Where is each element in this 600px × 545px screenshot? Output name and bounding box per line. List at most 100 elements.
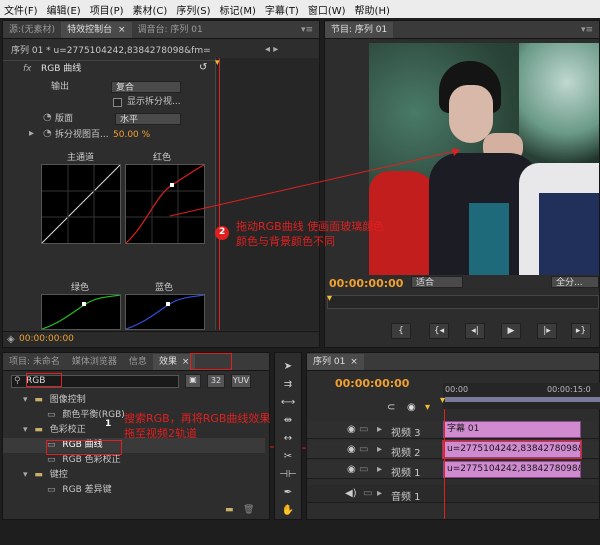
add-marker-icon[interactable]: ▾ — [425, 402, 430, 413]
ripple-edit-tool-icon[interactable]: ⟷ — [279, 395, 297, 411]
panel-menu-icon[interactable]: ▾≡ — [575, 22, 599, 38]
tab-audio-mixer[interactable]: 调音台: 序列 01 — [132, 22, 209, 38]
master-curve-graph[interactable] — [41, 164, 121, 244]
hand-tool-icon[interactable]: ✋ — [279, 503, 297, 519]
32bit-fx-icon[interactable]: 32 — [207, 374, 225, 388]
rolling-edit-tool-icon[interactable]: ⇹ — [279, 413, 297, 429]
lock-icon[interactable]: ▭ — [363, 488, 372, 499]
snap-icon[interactable]: ⊂ — [387, 402, 395, 413]
list-item[interactable]: ▭ RGB 色彩校正 — [3, 453, 265, 468]
tab-project[interactable]: 项目: 未命名 — [3, 354, 66, 370]
go-to-in-button[interactable]: {◂ — [429, 323, 449, 339]
menu-clip[interactable]: 素材(C) — [133, 2, 168, 17]
delete-icon[interactable]: 🗑 — [243, 505, 254, 515]
eye-icon[interactable]: ◉ — [347, 464, 356, 475]
blue-curve-graph[interactable] — [125, 294, 205, 330]
split-view-checkbox[interactable] — [113, 98, 122, 107]
stopwatch-icon[interactable]: ◔ — [43, 112, 52, 123]
tab-effects[interactable]: 效果 × — [152, 354, 196, 370]
eye-icon[interactable]: ◉ — [347, 444, 356, 455]
menu-title[interactable]: 字幕(T) — [265, 2, 299, 17]
output-label: 输出 — [51, 82, 70, 92]
menu-edit[interactable]: 编辑(E) — [47, 2, 81, 17]
tab-program[interactable]: 节目: 序列 01 — [325, 22, 394, 38]
stopwatch-icon[interactable]: ◔ — [43, 128, 52, 139]
tab-sequence[interactable]: 序列 01 × — [307, 354, 364, 370]
lock-icon[interactable]: ▭ — [359, 444, 368, 455]
menu-help[interactable]: 帮助(H) — [355, 2, 390, 17]
effect-timecode[interactable]: 00:00:00:00 — [19, 334, 74, 344]
program-video-frame[interactable] — [369, 43, 599, 275]
footer-icon[interactable]: ◈ — [7, 334, 15, 345]
program-playhead-marker[interactable]: ▾ — [327, 293, 332, 304]
menu-file[interactable]: 文件(F) — [4, 2, 38, 17]
playhead-marker[interactable]: ▾ — [440, 395, 445, 406]
selection-tool-icon[interactable]: ➤ — [279, 359, 297, 375]
tab-info[interactable]: 信息 — [123, 354, 153, 370]
list-item[interactable]: ▭ RGB 差异键 — [3, 483, 265, 498]
yuv-fx-icon[interactable]: YUV — [231, 374, 251, 388]
expand-triangle-icon: ▾ — [23, 470, 28, 480]
list-item[interactable]: ▾ ▬ 图像控制 — [3, 393, 265, 408]
tab-source[interactable]: 源:(无素材) — [3, 22, 61, 38]
header-scroll-arrows[interactable]: ◂ ▸ — [265, 44, 278, 55]
panel-menu-icon[interactable]: ▾≡ — [295, 22, 319, 38]
razor-tool-icon[interactable]: ✂ — [279, 449, 297, 465]
clip-video-1[interactable]: u=2775104242,8384278098&fm=26 — [443, 461, 581, 478]
effect-icon: ▭ — [47, 410, 56, 420]
tab-effect-controls[interactable]: 特效控制台 × — [61, 22, 132, 38]
pen-tool-icon[interactable]: ✒ — [279, 485, 297, 501]
marker-icon[interactable]: ◉ — [407, 402, 416, 413]
close-icon[interactable]: × — [118, 25, 126, 35]
eye-icon[interactable]: ◉ — [347, 424, 356, 435]
rate-stretch-tool-icon[interactable]: ↔ — [279, 431, 297, 447]
menu-project[interactable]: 项目(P) — [90, 2, 124, 17]
layout-dropdown[interactable]: 水平 — [115, 113, 181, 125]
list-item[interactable]: ▾ ▬ 键控 — [3, 468, 265, 483]
close-icon[interactable]: × — [182, 357, 190, 367]
effect-icon: ▭ — [47, 455, 56, 465]
accelerated-fx-icon[interactable]: ▣ — [185, 374, 201, 388]
speaker-icon[interactable]: ◀) — [345, 488, 357, 499]
close-icon[interactable]: × — [350, 357, 358, 367]
new-bin-icon[interactable]: ▬ — [225, 505, 234, 515]
expand-triangle-icon[interactable]: ▸ — [377, 424, 382, 435]
lock-icon[interactable]: ▭ — [359, 464, 368, 475]
effect-divider — [3, 60, 215, 61]
menu-window[interactable]: 窗口(W) — [308, 2, 346, 17]
mini-playhead-marker[interactable]: ▾ — [215, 58, 220, 68]
mark-in-button[interactable]: { — [391, 323, 411, 339]
ruler-label-start: 00:00 — [445, 385, 469, 394]
step-back-button[interactable]: ◂| — [465, 323, 485, 339]
quality-dropdown[interactable]: 全分... — [551, 276, 599, 288]
menu-marker[interactable]: 标记(M) — [219, 2, 255, 17]
expand-triangle-icon[interactable]: ▸ — [377, 464, 382, 475]
go-to-out-button[interactable]: ▸} — [571, 323, 591, 339]
green-curve-svg — [41, 294, 121, 330]
track-select-tool-icon[interactable]: ⇉ — [279, 377, 297, 393]
play-button[interactable]: ▶ — [501, 323, 521, 339]
clip-title[interactable]: 字幕 01 — [443, 421, 581, 438]
timeline-timecode[interactable]: 00:00:00:00 — [335, 377, 409, 390]
step-forward-button[interactable]: |▸ — [537, 323, 557, 339]
slip-tool-icon[interactable]: ⊣⊢ — [279, 467, 297, 483]
green-curve-graph[interactable] — [41, 294, 121, 330]
mini-playhead[interactable] — [219, 58, 220, 330]
output-dropdown[interactable]: 复合 — [111, 81, 181, 93]
tree-item-label: 键控 — [49, 470, 68, 480]
work-area-bar[interactable] — [445, 397, 600, 402]
expand-triangle-icon[interactable]: ▸ — [377, 488, 382, 499]
fit-dropdown[interactable]: 适合 — [411, 276, 463, 288]
timeline-ruler[interactable]: 00:00 00:00:15:0 ▾ — [440, 383, 600, 409]
program-timecode[interactable]: 00:00:00:00 — [329, 277, 403, 290]
program-timeline-bar[interactable] — [327, 295, 599, 309]
expand-triangle-icon[interactable]: ▸ — [377, 444, 382, 455]
red-curve-graph[interactable] — [125, 164, 205, 244]
split-pct-value[interactable]: 50.00 % — [113, 128, 150, 142]
lock-icon[interactable]: ▭ — [359, 424, 368, 435]
menu-sequence[interactable]: 序列(S) — [176, 2, 210, 17]
reset-icon[interactable]: ↺ — [199, 62, 207, 73]
timeline-playhead-line[interactable] — [444, 409, 445, 519]
expand-triangle-icon[interactable]: ▸ — [29, 128, 34, 139]
tab-media-browser[interactable]: 媒体浏览器 — [66, 354, 123, 370]
